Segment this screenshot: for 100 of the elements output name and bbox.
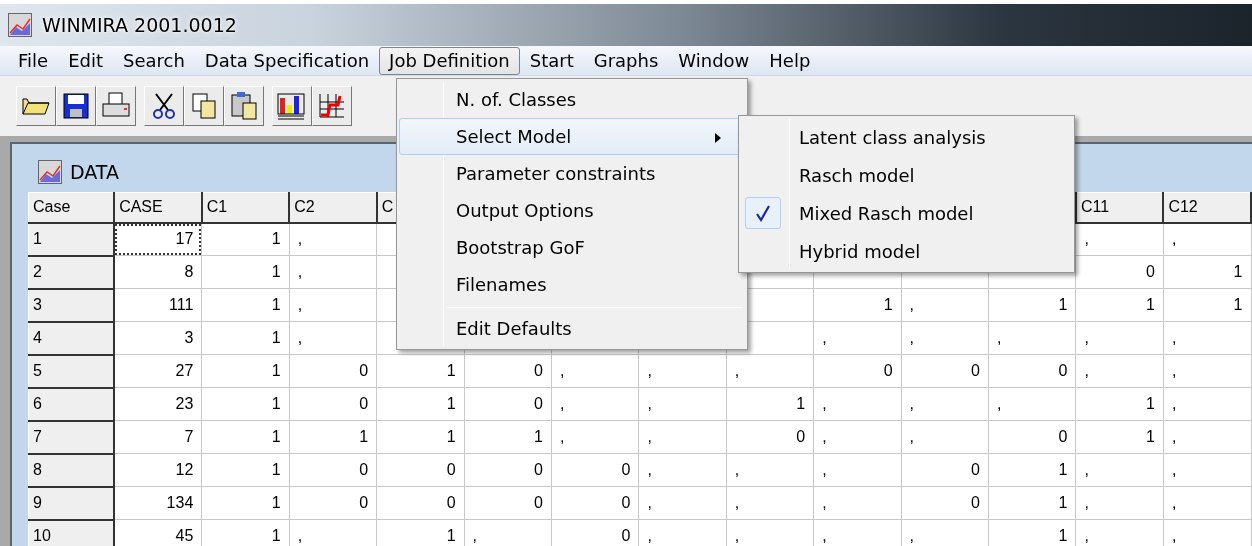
table-cell: , <box>988 387 1076 421</box>
table-cell: 1 <box>201 222 290 256</box>
table-cell: , <box>988 321 1076 355</box>
row-header[interactable]: 3 <box>28 288 115 322</box>
table-cell: 1 <box>376 387 465 421</box>
menu-item[interactable]: Edit Defaults <box>399 310 733 347</box>
table-cell: , <box>1075 321 1164 355</box>
table-cell: 111 <box>114 288 202 322</box>
table-cell: , <box>289 255 377 289</box>
menu-item[interactable]: Search <box>113 46 195 75</box>
toolbar-button[interactable] <box>56 86 96 126</box>
table-cell: 0 <box>464 354 552 388</box>
table-cell: , <box>1075 486 1164 520</box>
toolbar-button[interactable] <box>144 86 184 126</box>
table-cell: 7 <box>114 420 202 454</box>
table-cell: 0 <box>813 354 902 388</box>
bar-chart-icon <box>276 90 308 122</box>
row-header[interactable]: 8 <box>28 453 115 487</box>
table-cell: , <box>1075 354 1164 388</box>
table-cell: , <box>638 420 727 454</box>
column-header[interactable]: C1 <box>201 192 290 223</box>
save-icon <box>60 90 92 122</box>
row-header[interactable]: 4 <box>28 321 115 355</box>
menu-item[interactable]: File <box>8 46 59 75</box>
table-cell: 1 <box>1075 387 1164 421</box>
table-cell: 0 <box>726 420 814 454</box>
table-cell: 1 <box>376 354 465 388</box>
column-header[interactable]: C12 <box>1163 192 1251 223</box>
table-cell: , <box>1075 453 1164 487</box>
row-header[interactable]: 6 <box>28 387 115 421</box>
menu-item[interactable]: Mixed Rasch model <box>741 194 1072 232</box>
table-cell: , <box>1163 321 1251 355</box>
row-header[interactable]: 9 <box>28 486 115 520</box>
table-cell: 0 <box>376 486 465 520</box>
table-cell: 1 <box>1075 288 1164 322</box>
table-cell: , <box>901 288 989 322</box>
table-cell: 0 <box>551 453 639 487</box>
table-cell: , <box>726 486 814 520</box>
column-header[interactable]: Case <box>28 192 115 223</box>
row-header[interactable]: 10 <box>28 519 115 546</box>
menu-item[interactable]: Edit <box>58 46 113 75</box>
table-cell: 0 <box>464 486 552 520</box>
table-cell: 0 <box>289 354 377 388</box>
table-cell: 0 <box>289 387 377 421</box>
table-cell: 1 <box>1163 255 1251 289</box>
table-cell: 3 <box>114 321 202 355</box>
menu-item[interactable]: Rasch model <box>741 156 1072 194</box>
table-cell: , <box>1163 453 1251 487</box>
table-cell: , <box>289 288 377 322</box>
menu-item[interactable]: Parameter constraints <box>399 155 733 192</box>
table-cell: 1 <box>813 288 902 322</box>
table-cell: , <box>551 420 639 454</box>
menu-item[interactable]: Start <box>519 46 584 75</box>
menu-item[interactable]: Job Definition <box>379 46 520 75</box>
table-cell: 1 <box>201 420 290 454</box>
menu-item[interactable]: Graphs <box>583 46 669 75</box>
table-cell: , <box>813 387 902 421</box>
table-cell: 0 <box>289 486 377 520</box>
row-header[interactable]: 1 <box>28 222 115 256</box>
table-cell: 0 <box>376 453 465 487</box>
table-cell: 27 <box>114 354 202 388</box>
row-header[interactable]: 5 <box>28 354 115 388</box>
menu-item[interactable]: Filenames <box>399 266 733 303</box>
table-cell: 1 <box>201 486 290 520</box>
table-cell: , <box>901 387 989 421</box>
paste-icon <box>228 90 260 122</box>
menu-item[interactable]: N. of. Classes <box>399 81 733 118</box>
table-cell: , <box>901 420 989 454</box>
column-header[interactable]: C2 <box>289 192 377 223</box>
table-cell: 0 <box>988 354 1076 388</box>
table-cell: , <box>726 354 814 388</box>
app-icon <box>8 13 32 37</box>
row-header[interactable]: 2 <box>28 255 115 289</box>
column-header[interactable]: C11 <box>1075 192 1164 223</box>
table-cell: 1 <box>376 420 465 454</box>
menu-item[interactable]: Hybrid model <box>741 232 1072 270</box>
table-cell: , <box>1163 387 1251 421</box>
toolbar-button[interactable] <box>16 86 56 126</box>
column-header[interactable]: CASE <box>114 192 202 223</box>
table-cell: 1 <box>988 288 1076 322</box>
toolbar-button[interactable] <box>272 86 312 126</box>
table-cell: 8 <box>114 255 202 289</box>
menu-item[interactable]: Window <box>668 46 760 75</box>
table-cell: , <box>638 354 727 388</box>
table-cell: 1 <box>201 354 290 388</box>
table-cell: 0 <box>901 354 989 388</box>
table-cell: 1 <box>201 321 290 355</box>
row-header[interactable]: 7 <box>28 420 115 454</box>
table-cell: 0 <box>901 486 989 520</box>
table-cell: , <box>813 420 902 454</box>
table-cell: 1 <box>201 453 290 487</box>
menu-item[interactable]: Output Options <box>399 192 733 229</box>
table-cell: , <box>1163 486 1251 520</box>
table-cell: 1 <box>1163 288 1251 322</box>
menu-item[interactable]: Data Specification <box>194 46 380 75</box>
table-cell: , <box>638 453 727 487</box>
menu-item[interactable]: Bootstrap GoF <box>399 229 733 266</box>
menu-item[interactable]: Help <box>759 46 821 75</box>
table-cell: 1 <box>201 255 290 289</box>
table-cell: , <box>638 486 727 520</box>
